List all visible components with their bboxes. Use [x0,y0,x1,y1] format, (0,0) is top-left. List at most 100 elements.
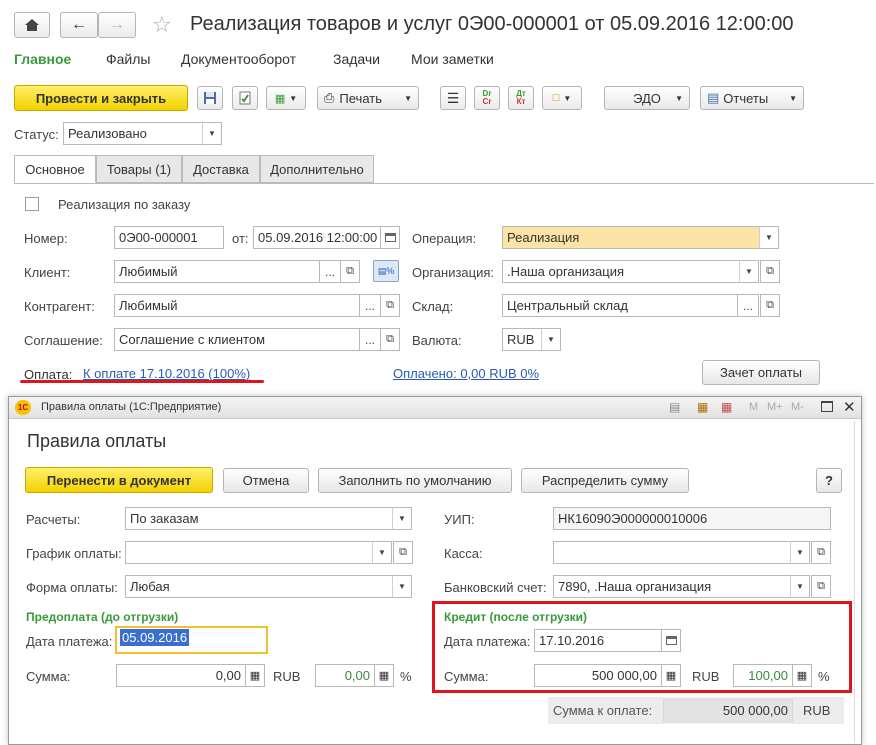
org-open-button[interactable]: ⧉ [760,260,780,283]
warehouse-open-button[interactable]: ⧉ [760,294,780,317]
cancel-button[interactable]: Отмена [223,468,309,493]
client-card-button[interactable]: ▤% [373,260,399,282]
client-label: Клиент: [24,265,71,280]
number-field[interactable]: 0Э00-000001 [114,226,224,249]
arrow-left-icon: ← [71,16,87,33]
client-select-button[interactable]: ... [319,260,341,283]
operation-field[interactable]: Реализация [502,226,760,249]
settlements-field[interactable]: По заказам [125,507,393,530]
payment-offset-button[interactable]: Зачет оплаты [702,360,820,385]
agreement-open-button[interactable]: ⧉ [380,328,400,351]
open-icon: ⧉ [386,299,394,311]
memory-minus-button[interactable]: M- [791,401,804,413]
help-button[interactable]: ? [816,468,842,493]
favorites-icon[interactable]: ▤ [669,400,680,414]
currency-dropdown[interactable]: ▼ [541,328,561,351]
schedule-open-button[interactable]: ⧉ [393,541,413,564]
credit-sum-field[interactable]: 500 000,00 [534,664,662,687]
attachments-button[interactable]: □ ▼ [542,86,582,110]
tab-additional[interactable]: Дополнительно [260,155,374,183]
nav-tasks[interactable]: Задачи [333,51,380,67]
fill-default-button[interactable]: Заполнить по умолчанию [318,468,512,493]
credit-percent-field[interactable]: 100,00 [733,664,793,687]
date-calendar-button[interactable] [380,226,400,249]
warehouse-field[interactable]: Центральный склад [502,294,738,317]
credit-date-calendar-button[interactable] [661,629,681,652]
org-label: Организация: [412,265,495,280]
schedule-field[interactable] [125,541,373,564]
client-open-button[interactable]: ⧉ [340,260,360,283]
post-and-close-button[interactable]: Провести и закрыть [14,85,188,111]
org-dropdown[interactable]: ▼ [739,260,759,283]
print-button[interactable]: ⎙ Печать ▼ [317,86,419,110]
cash-open-button[interactable]: ⧉ [811,541,831,564]
chevron-down-icon: ▼ [563,93,572,103]
bank-account-field[interactable]: 7890, .Наша организация [553,575,791,598]
credit-percent-calc-button[interactable]: ▦ [792,664,812,687]
warehouse-select-button[interactable]: ... [737,294,759,317]
forward-button[interactable]: → [98,12,136,38]
prepay-sum-calc-button[interactable]: ▦ [245,664,265,687]
prepay-sum-field[interactable]: 0,00 [116,664,246,687]
back-button[interactable]: ← [60,12,98,38]
cash-dropdown[interactable]: ▼ [790,541,810,564]
tab-goods[interactable]: Товары (1) [96,155,182,183]
contractor-field[interactable]: Любимый [114,294,360,317]
favorite-star-icon[interactable]: ☆ [152,12,172,38]
memory-plus-button[interactable]: M+ [767,401,783,413]
home-button[interactable] [14,12,50,38]
bank-account-dropdown[interactable]: ▼ [790,575,810,598]
cash-field[interactable] [553,541,791,564]
tab-delivery[interactable]: Доставка [182,155,260,183]
agreement-select-button[interactable]: ... [359,328,381,351]
status-field[interactable]: Реализовано [63,122,203,145]
paid-link[interactable]: Оплачено: 0,00 RUB 0% [393,366,539,381]
distribute-sum-button[interactable]: Распределить сумму [521,468,689,493]
contractor-select-button[interactable]: ... [359,294,381,317]
total-field: 500 000,00 [663,699,793,722]
calendar-tool-icon[interactable]: ▦ [721,400,732,414]
by-order-checkbox[interactable] [25,197,39,211]
save-button[interactable] [197,86,223,110]
nav-notes[interactable]: Мои заметки [411,51,494,67]
edo-button[interactable]: ЭДО ▼ [604,86,690,110]
prepay-date-field[interactable]: 05.09.2016 [115,626,268,654]
bank-account-open-button[interactable]: ⧉ [811,575,831,598]
close-icon[interactable]: ✕ [843,398,856,416]
settlements-dropdown[interactable]: ▼ [392,507,412,530]
currency-field[interactable]: RUB [502,328,542,351]
dt-kt-button[interactable]: Dr Cr [474,86,500,110]
post-button[interactable] [232,86,258,110]
uip-field[interactable]: НК16090Э000000010006 [553,507,831,530]
maximize-icon[interactable] [821,401,833,412]
operation-dropdown[interactable]: ▼ [759,226,779,249]
schedule-dropdown[interactable]: ▼ [372,541,392,564]
create-based-on-button[interactable]: ▦ ▼ [266,86,306,110]
org-field[interactable]: .Наша организация [502,260,740,283]
dt-kt-ru-button[interactable]: Дт Кт [508,86,534,110]
status-dropdown[interactable]: ▼ [202,122,222,145]
memory-m-button[interactable]: M [749,401,758,413]
transfer-to-document-button[interactable]: Перенести в документ [25,467,213,493]
payment-form-dropdown[interactable]: ▼ [392,575,412,598]
contractor-open-button[interactable]: ⧉ [380,294,400,317]
credit-date-field[interactable]: 17.10.2016 [534,629,662,652]
nav-files[interactable]: Файлы [106,51,150,67]
reports-button[interactable]: ▤ Отчеты ▼ [700,86,804,110]
tab-main[interactable]: Основное [14,155,96,183]
agreement-field[interactable]: Соглашение с клиентом [114,328,360,351]
nav-docflow[interactable]: Документооборот [181,51,296,67]
client-field[interactable]: Любимый [114,260,320,283]
credit-percent-sign: % [818,669,830,684]
payment-link[interactable]: К оплате 17.10.2016 (100%) [83,366,250,381]
calculator-icon[interactable]: ▦ [697,400,708,414]
nav-main[interactable]: Главное [14,51,71,67]
prepay-percent-field[interactable]: 0,00 [315,664,375,687]
date-field[interactable]: 05.09.2016 12:00:00 [253,226,381,249]
prepay-percent-calc-button[interactable]: ▦ [374,664,394,687]
attachment-icon: □ [552,92,560,104]
report-icon: ▤ [707,90,720,105]
credit-sum-calc-button[interactable]: ▦ [661,664,681,687]
structure-button[interactable]: ☰ [440,86,466,110]
payment-form-field[interactable]: Любая [125,575,393,598]
